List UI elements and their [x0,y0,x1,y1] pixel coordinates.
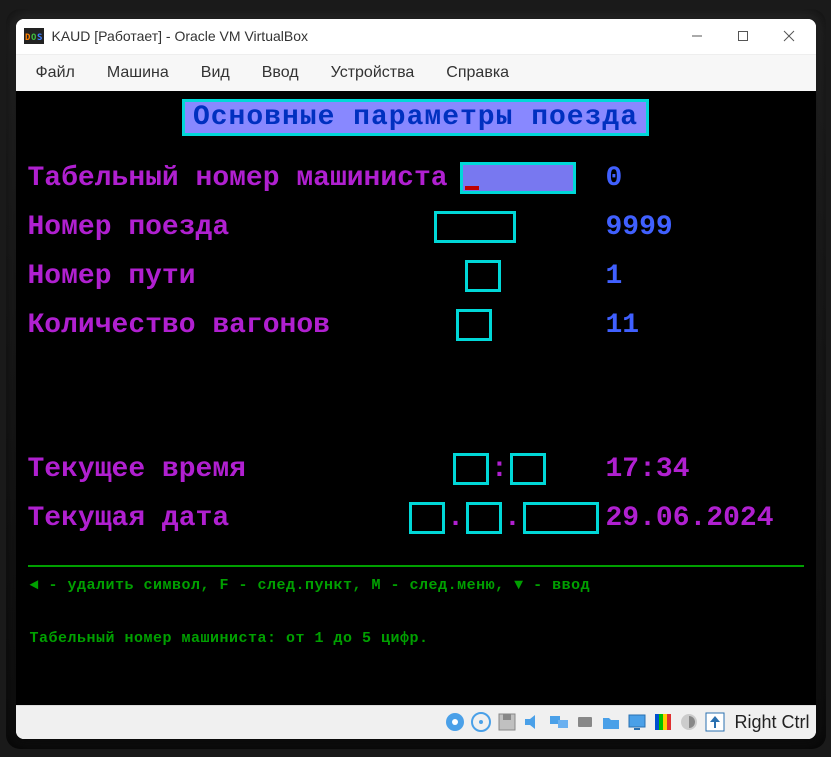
recording-icon[interactable] [652,711,674,733]
svg-text:S: S [37,33,42,43]
optical-drive-icon[interactable] [470,711,492,733]
input-train-no[interactable] [434,211,516,243]
time-separator: : [489,454,510,485]
close-button[interactable] [766,20,812,52]
label-time: Текущее время [28,454,246,485]
value-train-no: 9999 [606,212,726,243]
field-hint: Табельный номер машиниста: от 1 до 5 циф… [22,594,810,647]
date-separator-2: . [502,503,523,534]
value-date: 29.06.2024 [606,503,774,534]
menu-view[interactable]: Вид [185,58,246,88]
virtualbox-window: D O S KAUD [Работает] - Oracle VM Virtua… [16,19,816,739]
input-date-yyyy[interactable] [523,502,599,534]
menubar: Файл Машина Вид Ввод Устройства Справка [16,55,816,91]
value-track-no: 1 [606,261,726,292]
value-time: 17:34 [606,454,726,485]
label-track-no: Номер пути [28,261,196,292]
menu-machine[interactable]: Машина [91,58,185,88]
date-separator-1: . [445,503,466,534]
audio-icon[interactable] [522,711,544,733]
menu-help[interactable]: Справка [430,58,525,88]
menu-file[interactable]: Файл [20,58,91,88]
titlebar: D O S KAUD [Работает] - Oracle VM Virtua… [16,19,816,55]
screen-title: Основные параметры поезда [182,99,649,136]
label-train-no: Номер поезда [28,212,230,243]
cpu-icon[interactable] [678,711,700,733]
label-date: Текущая дата [28,503,230,534]
train-params-form: Табельный номер машиниста 0 Номер поезда… [22,136,810,543]
menu-devices[interactable]: Устройства [315,58,431,88]
help-line: ◄ - удалить символ, F - след.пункт, M - … [22,567,810,594]
input-driver-id[interactable] [460,162,576,194]
host-key-label: Right Ctrl [730,712,809,733]
floppy-icon[interactable] [496,711,518,733]
menu-input[interactable]: Ввод [246,58,315,88]
usb-icon[interactable] [574,711,596,733]
display-icon[interactable] [626,711,648,733]
label-wagons: Количество вагонов [28,310,330,341]
guest-screen[interactable]: Основные параметры поезда Табельный номе… [16,91,816,705]
vm-statusbar: Right Ctrl [16,705,816,739]
input-time-hh[interactable] [453,453,489,485]
maximize-button[interactable] [720,20,766,52]
input-date-dd[interactable] [409,502,445,534]
hard-disk-icon[interactable] [444,711,466,733]
input-time-mm[interactable] [510,453,546,485]
label-driver-id: Табельный номер машиниста [28,163,448,194]
app-icon: D O S [24,26,44,46]
host-key-icon[interactable] [704,711,726,733]
minimize-button[interactable] [674,20,720,52]
shared-folder-icon[interactable] [600,711,622,733]
value-driver-id: 0 [606,163,726,194]
input-wagons[interactable] [456,309,492,341]
input-track-no[interactable] [465,260,501,292]
window-title: KAUD [Работает] - Oracle VM VirtualBox [52,28,674,44]
value-wagons: 11 [606,310,726,341]
input-date-mm[interactable] [466,502,502,534]
network-icon[interactable] [548,711,570,733]
